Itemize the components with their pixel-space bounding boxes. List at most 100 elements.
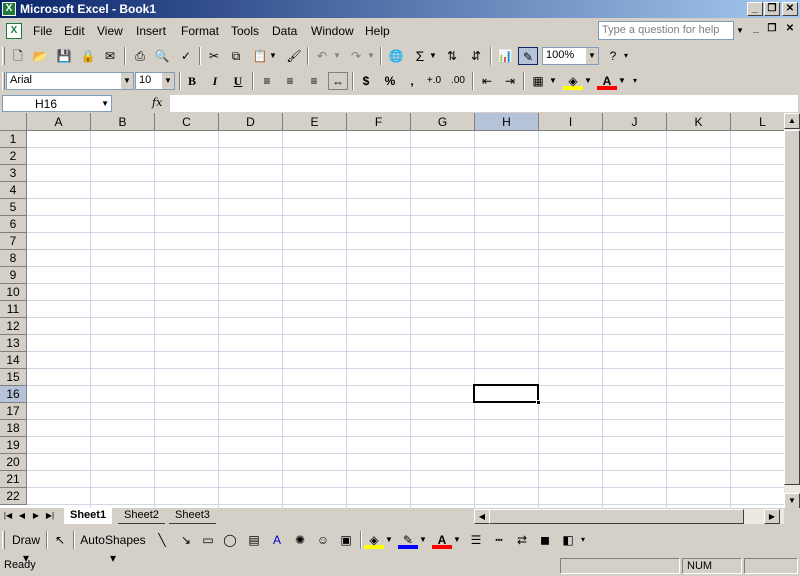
row-header-20[interactable]: 20 bbox=[0, 454, 27, 471]
row-header-19[interactable]: 19 bbox=[0, 437, 27, 454]
print-icon[interactable]: ⎙ bbox=[130, 47, 150, 65]
minimize-button[interactable]: _ bbox=[747, 2, 763, 16]
row-header-4[interactable]: 4 bbox=[0, 182, 27, 199]
row-header-5[interactable]: 5 bbox=[0, 199, 27, 216]
column-header-f[interactable]: F bbox=[347, 113, 411, 131]
toolbar-grip[interactable] bbox=[2, 47, 5, 65]
column-header-k[interactable]: K bbox=[667, 113, 731, 131]
align-center-icon[interactable]: ≡ bbox=[280, 72, 300, 90]
font-color-dropdown-icon[interactable]: ▼ bbox=[617, 72, 627, 90]
row-header-18[interactable]: 18 bbox=[0, 420, 27, 437]
fill-handle[interactable] bbox=[536, 400, 541, 405]
column-header-e[interactable]: E bbox=[283, 113, 347, 131]
merge-center-icon[interactable]: ⇔ bbox=[328, 72, 348, 90]
row-header-6[interactable]: 6 bbox=[0, 216, 27, 233]
zoom-select[interactable]: 100% ▼ bbox=[542, 47, 599, 65]
toolbar-options-icon[interactable]: ▾ bbox=[621, 47, 631, 65]
borders-icon[interactable]: ▦ bbox=[528, 72, 548, 90]
row-header-22[interactable]: 22 bbox=[0, 488, 27, 505]
fill-color-dropdown-icon[interactable]: ▼ bbox=[384, 531, 394, 549]
name-box-dropdown-icon[interactable]: ▼ bbox=[101, 96, 109, 112]
help-icon[interactable]: ? bbox=[603, 47, 623, 65]
autosum-icon[interactable]: Σ bbox=[410, 47, 430, 65]
drawing-icon[interactable]: ✎ bbox=[518, 47, 538, 65]
workbook-close-button[interactable]: ✕ bbox=[782, 23, 798, 37]
paste-icon[interactable]: 📋 bbox=[250, 47, 270, 65]
line-color-dropdown-icon[interactable]: ▼ bbox=[418, 531, 428, 549]
print-preview-icon[interactable]: 🔍 bbox=[152, 47, 172, 65]
menu-file[interactable]: File bbox=[33, 24, 52, 38]
row-header-11[interactable]: 11 bbox=[0, 301, 27, 318]
permission-icon[interactable]: 🔒 bbox=[78, 47, 98, 65]
row-header-2[interactable]: 2 bbox=[0, 148, 27, 165]
menu-format[interactable]: Format bbox=[181, 24, 219, 38]
menu-help[interactable]: Help bbox=[365, 24, 390, 38]
italic-button[interactable]: I bbox=[205, 72, 225, 90]
font-size-dropdown-icon[interactable]: ▼ bbox=[162, 73, 174, 89]
diagram-icon[interactable]: ✺ bbox=[290, 531, 310, 549]
autoshapes-menu-button[interactable]: AutoShapes ▾ bbox=[78, 531, 148, 565]
row-header-1[interactable]: 1 bbox=[0, 131, 27, 148]
redo-dropdown-icon[interactable]: ▼ bbox=[366, 47, 376, 65]
font-select[interactable]: Arial ▼ bbox=[6, 72, 134, 90]
redo-icon[interactable]: ↷ bbox=[346, 47, 366, 65]
menu-window[interactable]: Window bbox=[311, 24, 354, 38]
chart-wizard-icon[interactable]: 📊 bbox=[495, 47, 515, 65]
scroll-down-icon[interactable]: ▼ bbox=[784, 493, 800, 509]
decrease-indent-icon[interactable]: ⇤ bbox=[477, 72, 497, 90]
sheet-tab-sheet2[interactable]: Sheet2 bbox=[118, 508, 165, 524]
cut-icon[interactable]: ✂ bbox=[204, 47, 224, 65]
sort-ascending-icon[interactable]: ⇅ bbox=[442, 47, 462, 65]
workbook-icon[interactable]: X bbox=[6, 23, 22, 39]
rectangle-icon[interactable]: ▭ bbox=[198, 531, 218, 549]
comma-button[interactable]: , bbox=[402, 72, 422, 90]
scroll-up-icon[interactable]: ▲ bbox=[784, 113, 800, 129]
column-header-d[interactable]: D bbox=[219, 113, 283, 131]
sheet-tab-sheet3[interactable]: Sheet3 bbox=[169, 508, 216, 524]
row-header-16[interactable]: 16 bbox=[0, 386, 27, 403]
line-icon[interactable]: ╲ bbox=[152, 531, 172, 549]
prev-sheet-icon[interactable]: ◀ bbox=[16, 509, 28, 523]
row-header-15[interactable]: 15 bbox=[0, 369, 27, 386]
zoom-dropdown-icon[interactable]: ▼ bbox=[586, 48, 598, 64]
underline-button[interactable]: U bbox=[228, 72, 248, 90]
vertical-scroll-thumb[interactable] bbox=[784, 130, 800, 485]
worksheet-grid[interactable]: A B C D E F G H I J K L 1 2 3 4 5 6 7 8 9 10 11 12 13 14 15 16 17 18 1… bbox=[0, 113, 784, 508]
formula-input[interactable] bbox=[170, 95, 798, 112]
oval-icon[interactable]: ◯ bbox=[220, 531, 240, 549]
decrease-decimal-icon[interactable]: .00 bbox=[448, 72, 468, 90]
increase-indent-icon[interactable]: ⇥ bbox=[500, 72, 520, 90]
row-header-8[interactable]: 8 bbox=[0, 250, 27, 267]
email-icon[interactable]: ✉ bbox=[100, 47, 120, 65]
scroll-right-icon[interactable]: ▶ bbox=[764, 509, 780, 524]
vertical-scrollbar[interactable]: ▲ ▼ bbox=[784, 113, 800, 509]
copy-icon[interactable]: ⧉ bbox=[226, 47, 246, 65]
close-button[interactable]: ✕ bbox=[782, 2, 798, 16]
paste-dropdown-icon[interactable]: ▼ bbox=[268, 47, 278, 65]
toolbar-grip[interactable] bbox=[2, 531, 5, 549]
column-header-i[interactable]: I bbox=[539, 113, 603, 131]
insert-function-icon[interactable]: fx bbox=[152, 96, 162, 109]
open-icon[interactable]: 📂 bbox=[30, 47, 50, 65]
horizontal-scrollbar[interactable]: ◀ ▶ bbox=[474, 509, 784, 524]
menu-data[interactable]: Data bbox=[272, 24, 297, 38]
font-dropdown-icon[interactable]: ▼ bbox=[121, 73, 133, 89]
3d-style-icon[interactable]: ◧ bbox=[558, 531, 578, 549]
workbook-minimize-button[interactable]: _ bbox=[748, 23, 764, 37]
format-painter-icon[interactable]: 🖌 bbox=[284, 47, 304, 65]
restore-button[interactable]: ❐ bbox=[764, 2, 780, 16]
fill-color-icon[interactable]: ◈ bbox=[563, 72, 583, 90]
draw-menu-button[interactable]: Draw ▾ bbox=[8, 531, 44, 565]
dash-style-icon[interactable]: ┅ bbox=[489, 531, 509, 549]
save-icon[interactable]: 💾 bbox=[54, 47, 74, 65]
scroll-left-icon[interactable]: ◀ bbox=[474, 509, 490, 524]
align-right-icon[interactable]: ≡ bbox=[304, 72, 324, 90]
currency-button[interactable]: $ bbox=[356, 72, 376, 90]
percent-button[interactable]: % bbox=[380, 72, 400, 90]
font-size-select[interactable]: 10 ▼ bbox=[135, 72, 175, 90]
next-sheet-icon[interactable]: ▶ bbox=[30, 509, 42, 523]
menu-insert[interactable]: Insert bbox=[136, 24, 166, 38]
column-header-g[interactable]: G bbox=[411, 113, 475, 131]
align-left-icon[interactable]: ≡ bbox=[257, 72, 277, 90]
column-header-h[interactable]: H bbox=[475, 113, 539, 131]
